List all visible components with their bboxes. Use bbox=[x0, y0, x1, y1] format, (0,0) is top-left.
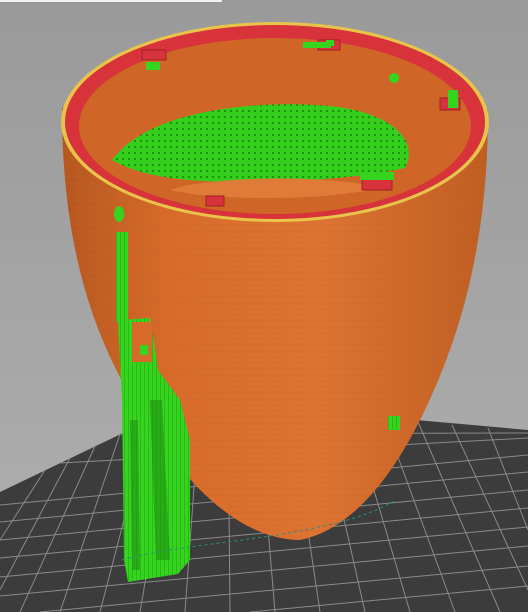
3d-preview-viewport[interactable] bbox=[0, 0, 528, 612]
support-right-base bbox=[388, 416, 400, 430]
scene-canvas[interactable] bbox=[0, 0, 528, 612]
